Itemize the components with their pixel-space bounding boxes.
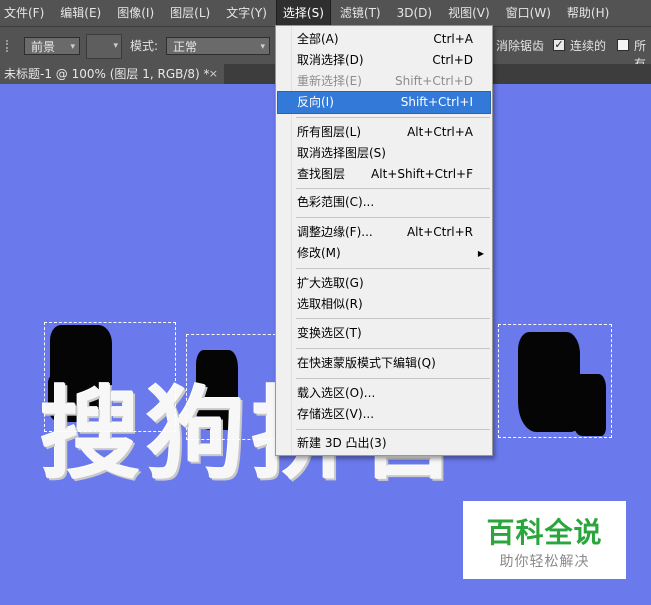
menu-item-new-3d-extrusion[interactable]: 新建 3D 凸出(3) xyxy=(278,433,490,454)
menu-window[interactable]: 窗口(W) xyxy=(500,0,557,26)
menu-item-quick-mask[interactable]: 在快速蒙版模式下编辑(Q) xyxy=(278,353,490,374)
menu-item-label: 调整边缘(F)... xyxy=(297,225,373,239)
menu-filter[interactable]: 滤镜(T) xyxy=(334,0,387,26)
document-tab-title: 未标题-1 @ 100% (图层 1, RGB/8) * xyxy=(4,67,210,81)
menu-item-label: 全部(A) xyxy=(297,32,339,46)
chevron-down-icon: ▾ xyxy=(70,42,75,52)
menu-item-label: 反向(I) xyxy=(297,95,334,109)
menu-image[interactable]: 图像(I) xyxy=(111,0,160,26)
menu-item-inverse[interactable]: 反向(I) Shift+Ctrl+I xyxy=(277,91,491,114)
menu-separator xyxy=(296,117,490,118)
menu-3d[interactable]: 3D(D) xyxy=(391,0,438,26)
pattern-picker[interactable]: ▾ xyxy=(86,34,122,59)
check-icon: ✓ xyxy=(554,38,564,51)
menu-item-label: 取消选择(D) xyxy=(297,53,364,67)
menu-item-label: 查找图层 xyxy=(297,167,346,181)
menu-item-label: 选取相似(R) xyxy=(297,297,363,311)
chevron-down-icon: ▾ xyxy=(113,41,118,51)
menu-item-label: 重新选择(E) xyxy=(297,74,362,88)
chevron-down-icon: ▾ xyxy=(260,42,265,52)
menu-separator xyxy=(296,268,490,269)
menu-item-transform-selection[interactable]: 变换选区(T) xyxy=(278,323,490,344)
menu-bar: 文件(F) 编辑(E) 图像(I) 图层(L) 文字(Y) 选择(S) 滤镜(T… xyxy=(0,0,651,27)
antialias-label: 消除锯齿 xyxy=(496,39,545,53)
contiguous-checkbox[interactable]: ✓ xyxy=(553,39,565,51)
menu-item-modify[interactable]: 修改(M) ▶ xyxy=(278,243,490,264)
menu-item-label: 扩大选取(G) xyxy=(297,276,364,290)
menu-item-similar[interactable]: 选取相似(R) xyxy=(278,294,490,315)
menu-item-label: 新建 3D 凸出(3) xyxy=(297,436,387,450)
menu-item-deselect-layers[interactable]: 取消选择图层(S) xyxy=(278,143,490,164)
menu-item-label: 存储选区(V)... xyxy=(297,407,375,421)
menu-item-grow[interactable]: 扩大选取(G) xyxy=(278,273,490,294)
close-icon[interactable]: × xyxy=(209,64,218,84)
menu-item-shortcut: Alt+Ctrl+R xyxy=(406,225,473,239)
menu-item-refine-edge[interactable]: 调整边缘(F)... Alt+Ctrl+R xyxy=(278,222,490,243)
submenu-arrow-icon: ▶ xyxy=(477,249,484,258)
menu-separator xyxy=(296,348,490,349)
menu-item-save-selection[interactable]: 存储选区(V)... xyxy=(278,404,490,425)
menu-separator xyxy=(296,378,490,379)
preset-select[interactable]: 前景 ▾ xyxy=(24,37,80,55)
menu-separator xyxy=(296,217,490,218)
menu-item-deselect[interactable]: 取消选择(D) Ctrl+D xyxy=(278,50,490,71)
menu-select[interactable]: 选择(S) xyxy=(275,0,331,27)
mode-label: 模式: xyxy=(130,39,159,53)
menu-item-shortcut: Shift+Ctrl+D xyxy=(395,74,473,88)
mode-value: 正常 xyxy=(173,40,198,54)
selection-blob xyxy=(572,374,606,436)
menu-item-label: 在快速蒙版模式下编辑(Q) xyxy=(297,356,436,370)
menu-item-label: 色彩范围(C)... xyxy=(297,195,375,209)
menu-item-color-range[interactable]: 色彩范围(C)... xyxy=(278,192,490,213)
menu-item-shortcut: Alt+Ctrl+A xyxy=(407,125,473,139)
menu-file[interactable]: 文件(F) xyxy=(0,0,50,26)
document-tab[interactable]: 未标题-1 @ 100% (图层 1, RGB/8) * × xyxy=(0,64,224,84)
watermark-title: 百科全说 xyxy=(486,516,603,549)
menu-separator xyxy=(296,318,490,319)
menu-item-find-layers[interactable]: 查找图层 Alt+Shift+Ctrl+F xyxy=(278,164,490,185)
watermark: 百科全说 助你轻松解决 xyxy=(463,501,626,579)
menu-item-label: 载入选区(O)... xyxy=(297,386,376,400)
menu-item-all-layers[interactable]: 所有图层(L) Alt+Ctrl+A xyxy=(278,122,490,143)
menu-item-shortcut: Alt+Shift+Ctrl+F xyxy=(371,167,473,181)
contiguous-label: 连续的 xyxy=(570,39,607,53)
menu-item-shortcut: Ctrl+A xyxy=(433,32,473,46)
watermark-subtitle: 助你轻松解决 xyxy=(499,554,590,570)
menu-item-label: 变换选区(T) xyxy=(297,326,362,340)
menu-layer[interactable]: 图层(L) xyxy=(164,0,216,26)
preset-value: 前景 xyxy=(31,40,56,54)
menu-item-label: 所有图层(L) xyxy=(297,125,362,139)
options-bar-grip[interactable] xyxy=(6,40,16,52)
menu-item-shortcut: Shift+Ctrl+I xyxy=(400,95,473,109)
menu-item-shortcut: Ctrl+D xyxy=(432,53,473,67)
all-layers-checkbox[interactable] xyxy=(617,39,629,51)
menu-edit[interactable]: 编辑(E) xyxy=(54,0,107,26)
menu-separator xyxy=(296,188,490,189)
menu-separator xyxy=(296,429,490,430)
menu-type[interactable]: 文字(Y) xyxy=(220,0,273,26)
menu-item-reselect[interactable]: 重新选择(E) Shift+Ctrl+D xyxy=(278,71,490,92)
menu-item-all[interactable]: 全部(A) Ctrl+A xyxy=(278,29,490,50)
mode-select[interactable]: 正常 ▾ xyxy=(166,37,270,55)
select-menu-dropdown: 全部(A) Ctrl+A 取消选择(D) Ctrl+D 重新选择(E) Shif… xyxy=(275,25,493,456)
menu-item-label: 修改(M) xyxy=(297,246,341,260)
menu-item-load-selection[interactable]: 载入选区(O)... xyxy=(278,383,490,404)
menu-help[interactable]: 帮助(H) xyxy=(561,0,615,26)
menu-view[interactable]: 视图(V) xyxy=(442,0,496,26)
menu-item-label: 取消选择图层(S) xyxy=(297,146,386,160)
selection-blob xyxy=(518,332,580,432)
